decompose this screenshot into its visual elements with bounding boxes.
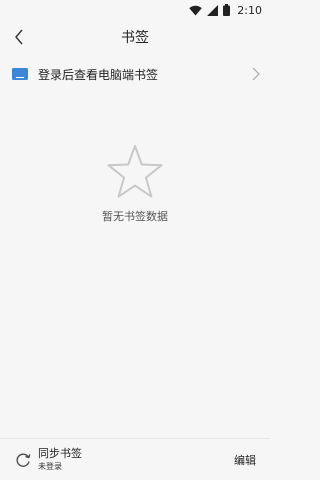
pc-bookmarks-login-row[interactable]: 登录后查看电脑端书签 [0,56,270,92]
sync-icon[interactable] [14,451,32,469]
sync-bookmarks[interactable]: 同步书签 未登录 [38,447,82,473]
footer-bar: 同步书签 未登录 编辑 [0,438,270,480]
signal-icon [207,4,219,16]
battery-icon [223,4,231,16]
chevron-right-icon [252,67,260,81]
wifi-icon [189,5,202,15]
edit-button[interactable]: 编辑 [234,452,256,468]
sync-status: 未登录 [38,461,62,471]
login-prompt-label: 登录后查看电脑端书签 [38,67,159,82]
empty-message: 暂无书签数据 [102,210,168,223]
star-outline-icon [107,145,163,198]
sync-title: 同步书签 [38,446,82,460]
page-title: 书签 [121,30,149,46]
title-bar: 书签 [0,20,270,54]
back-button[interactable] [6,24,32,50]
computer-icon [12,68,28,80]
empty-state: 暂无书签数据 [0,144,270,224]
back-arrow-icon [15,29,23,45]
clock: 2:10 [237,3,262,17]
status-bar: 2:10 [0,0,270,20]
